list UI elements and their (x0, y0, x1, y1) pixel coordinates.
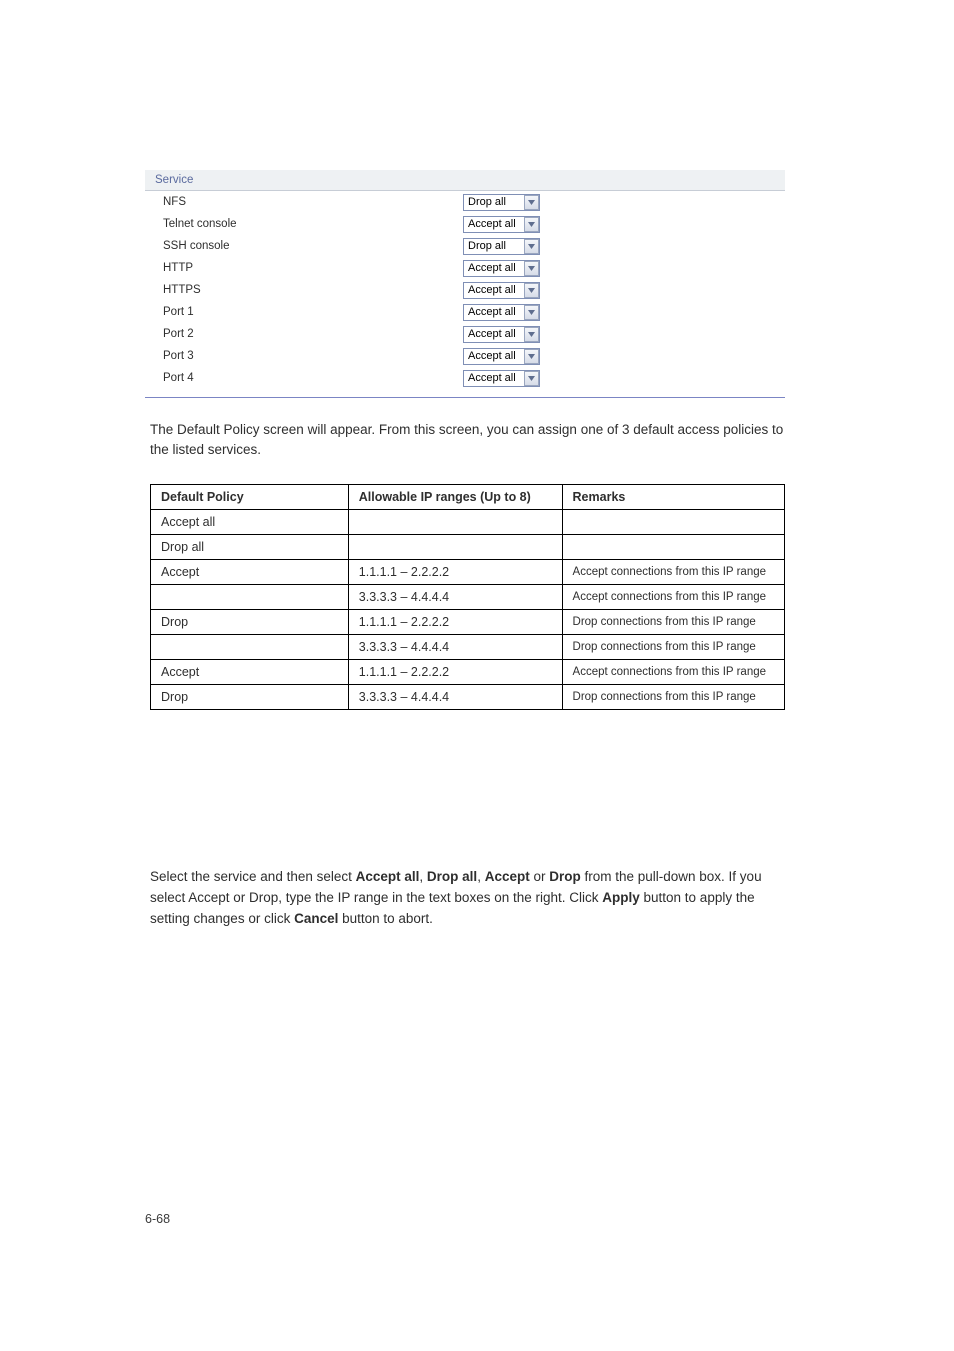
service-row: HTTPS Accept all (145, 279, 785, 301)
service-label: Port 4 (145, 372, 463, 384)
policy-select-value: Drop all (464, 196, 524, 208)
service-label: NFS (145, 196, 463, 208)
policy-select-value: Accept all (464, 350, 524, 362)
table-row: Drop 3.3.3.3 – 4.4.4.4 Drop connections … (151, 685, 785, 710)
chevron-down-icon (524, 371, 539, 386)
table-row: Accept 1.1.1.1 – 2.2.2.2 Accept connecti… (151, 560, 785, 585)
policy-table: Default Policy Allowable IP ranges (Up t… (150, 484, 785, 710)
policy-select[interactable]: Accept all (463, 260, 540, 277)
policy-select-value: Accept all (464, 306, 524, 318)
page-number: 6-68 (145, 1212, 170, 1226)
service-label: Port 3 (145, 350, 463, 362)
chevron-down-icon (524, 305, 539, 320)
table-row: Accept 1.1.1.1 – 2.2.2.2 Accept connecti… (151, 660, 785, 685)
service-body: NFS Drop all Telnet console Accept all (145, 191, 785, 398)
service-row: HTTP Accept all (145, 257, 785, 279)
service-label: SSH console (145, 240, 463, 252)
service-label: HTTPS (145, 284, 463, 296)
chevron-down-icon (524, 195, 539, 210)
policy-select-value: Accept all (464, 218, 524, 230)
service-row: NFS Drop all (145, 191, 785, 213)
intro-paragraph: The Default Policy screen will appear. F… (150, 420, 790, 461)
col-ip-ranges: Allowable IP ranges (Up to 8) (348, 485, 562, 510)
policy-select-value: Accept all (464, 262, 524, 274)
service-row: Port 3 Accept all (145, 345, 785, 367)
policy-select-value: Drop all (464, 240, 524, 252)
table-row: Drop 1.1.1.1 – 2.2.2.2 Drop connections … (151, 610, 785, 635)
table-row: 3.3.3.3 – 4.4.4.4 Accept connections fro… (151, 585, 785, 610)
policy-select-value: Accept all (464, 372, 524, 384)
service-label: Port 2 (145, 328, 463, 340)
table-row: 3.3.3.3 – 4.4.4.4 Drop connections from … (151, 635, 785, 660)
col-default-policy: Default Policy (151, 485, 349, 510)
chevron-down-icon (524, 261, 539, 276)
policy-select[interactable]: Accept all (463, 216, 540, 233)
service-panel: Service NFS Drop all Telnet console Acce… (145, 170, 785, 398)
service-row: SSH console Drop all (145, 235, 785, 257)
policy-select-value: Accept all (464, 328, 524, 340)
table-head-row: Default Policy Allowable IP ranges (Up t… (151, 485, 785, 510)
chevron-down-icon (524, 217, 539, 232)
service-row: Telnet console Accept all (145, 213, 785, 235)
service-label: Port 1 (145, 306, 463, 318)
instructions-paragraph: Select the service and then select Accep… (150, 867, 790, 930)
policy-select[interactable]: Drop all (463, 194, 540, 211)
policy-select[interactable]: Accept all (463, 348, 540, 365)
policy-select[interactable]: Accept all (463, 326, 540, 343)
service-label: Telnet console (145, 218, 463, 230)
chevron-down-icon (524, 327, 539, 342)
service-header: Service (145, 170, 785, 191)
col-remarks: Remarks (562, 485, 784, 510)
policy-select[interactable]: Accept all (463, 370, 540, 387)
chevron-down-icon (524, 349, 539, 364)
table-row: Drop all (151, 535, 785, 560)
service-header-label: Service (155, 174, 193, 186)
policy-select[interactable]: Accept all (463, 282, 540, 299)
service-label: HTTP (145, 262, 463, 274)
policy-select-value: Accept all (464, 284, 524, 296)
service-row: Port 2 Accept all (145, 323, 785, 345)
table-row: Accept all (151, 510, 785, 535)
service-row: Port 1 Accept all (145, 301, 785, 323)
policy-select[interactable]: Accept all (463, 304, 540, 321)
chevron-down-icon (524, 239, 539, 254)
chevron-down-icon (524, 283, 539, 298)
policy-select[interactable]: Drop all (463, 238, 540, 255)
service-row: Port 4 Accept all (145, 367, 785, 389)
